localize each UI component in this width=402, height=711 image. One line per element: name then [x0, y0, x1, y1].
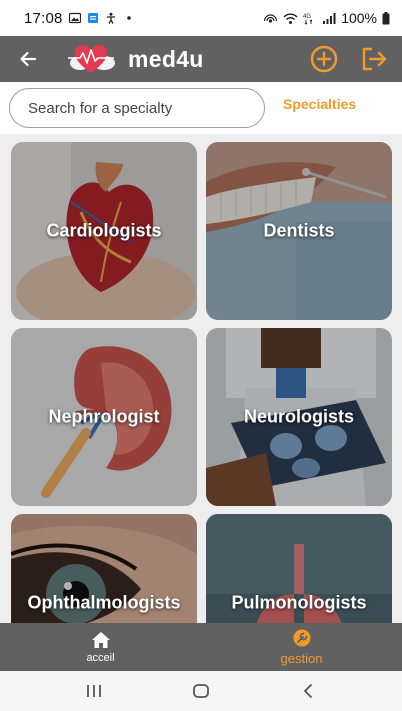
dot-icon: [126, 16, 131, 20]
specialty-label: Ophthalmologists: [27, 592, 181, 613]
heart-pulse-logo: [68, 45, 115, 73]
settings-icon: [293, 629, 310, 647]
add-circle-icon: [310, 45, 338, 73]
specialties-grid: Cardiologists Dentists Nephrologist Neur…: [0, 134, 402, 623]
arrow-left-icon: [20, 51, 37, 67]
tab-specialties[interactable]: Specialties: [283, 96, 356, 120]
specialty-card-cardiologists[interactable]: Cardiologists: [11, 142, 197, 320]
specialty-label: Pulmonologists: [231, 592, 367, 613]
nav-label: gestion: [280, 651, 323, 666]
app-title: med4u: [128, 45, 204, 72]
home-icon: [91, 631, 110, 648]
app-logo: [66, 39, 116, 79]
calendar-icon: [87, 13, 98, 23]
back-system-button[interactable]: [288, 676, 328, 706]
hotspot-icon: [264, 13, 278, 23]
nav-item-gestion[interactable]: gestion: [201, 623, 402, 671]
search-input[interactable]: [9, 88, 265, 128]
battery-percent: 100%: [341, 10, 377, 26]
specialty-label: Neurologists: [243, 406, 354, 427]
status-bar: 17:08 4G 100%: [0, 0, 402, 36]
specialty-card-ophthalmologists[interactable]: Ophthalmologists: [11, 514, 197, 623]
home-circle-icon: [193, 684, 209, 698]
home-system-button[interactable]: [181, 676, 221, 706]
nav-item-acceil[interactable]: acceil: [0, 623, 201, 671]
back-chevron-icon: [304, 684, 313, 698]
bottom-nav: acceil gestion: [0, 623, 402, 671]
image-icon: [68, 12, 81, 24]
logout-icon: [362, 47, 387, 71]
back-button[interactable]: [8, 36, 48, 82]
system-nav-bar: [0, 671, 402, 711]
nav-label: acceil: [86, 651, 115, 664]
accessibility-icon: [106, 12, 115, 24]
specialty-label: Cardiologists: [46, 220, 162, 241]
specialty-card-dentists[interactable]: Dentists: [206, 142, 392, 320]
signal-icon: [323, 12, 336, 24]
search-row: Specialties: [0, 82, 402, 134]
specialty-card-neurologists[interactable]: Neurologists: [206, 328, 392, 506]
specialty-card-nephrologist[interactable]: Nephrologist: [11, 328, 197, 506]
battery-icon: [382, 11, 390, 24]
wifi-icon: [283, 13, 298, 24]
data-4g-icon: 4G: [303, 14, 313, 25]
svg-text:4G: 4G: [303, 14, 311, 20]
logout-button[interactable]: [354, 39, 394, 79]
add-button[interactable]: [304, 39, 344, 79]
specialty-card-pulmonologists[interactable]: Pulmonologists: [206, 514, 392, 623]
specialty-label: Nephrologist: [48, 406, 160, 427]
status-time: 17:08: [24, 9, 63, 27]
recent-apps-icon: [86, 685, 101, 697]
specialty-label: Dentists: [263, 220, 335, 241]
recent-apps-button[interactable]: [74, 676, 114, 706]
app-bar: med4u: [0, 36, 402, 82]
